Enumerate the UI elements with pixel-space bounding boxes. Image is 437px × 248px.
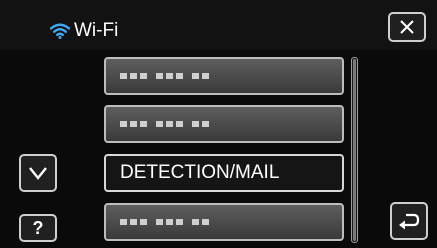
help-button[interactable]: ?: [19, 214, 57, 242]
list-item[interactable]: [104, 203, 344, 241]
scrollbar[interactable]: [351, 57, 358, 243]
header-bar: Wi-Fi: [0, 0, 437, 50]
help-label: ?: [32, 217, 44, 238]
close-button[interactable]: [388, 12, 426, 42]
wifi-icon: [50, 23, 70, 39]
close-icon: [400, 20, 414, 34]
list-item[interactable]: [104, 105, 344, 143]
obscured-label: [120, 73, 209, 79]
list-item-detection-mail[interactable]: DETECTION/MAIL: [104, 154, 344, 192]
list-item[interactable]: [104, 57, 344, 95]
obscured-label: [120, 219, 209, 225]
list-item-label: DETECTION/MAIL: [120, 162, 280, 183]
return-icon: [399, 213, 420, 230]
screen: Wi-Fi DETECTION/MAIL ?: [0, 0, 437, 248]
scrollbar-thumb[interactable]: [353, 59, 356, 241]
obscured-label: [120, 121, 209, 127]
chevron-down-icon: [29, 167, 47, 180]
back-button[interactable]: [390, 202, 428, 240]
page-title: Wi-Fi: [74, 20, 119, 41]
title-wrap: Wi-Fi: [50, 18, 118, 44]
scroll-down-button[interactable]: [19, 154, 57, 192]
